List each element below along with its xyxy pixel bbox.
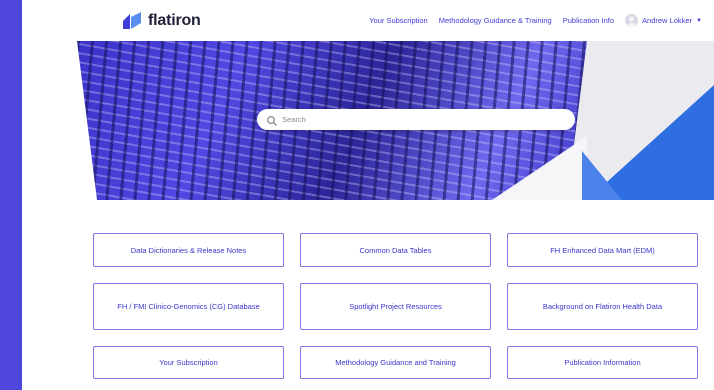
- nav-your-subscription[interactable]: Your Subscription: [369, 16, 428, 25]
- brand-name: flatiron: [148, 12, 201, 29]
- tile-fh-enhanced-data-mart[interactable]: FH Enhanced Data Mart (EDM): [507, 233, 698, 267]
- nav-methodology-guidance[interactable]: Methodology Guidance & Training: [439, 16, 552, 25]
- browser-page: flatiron Your Subscription Methodology G…: [22, 0, 714, 390]
- chevron-down-icon: ▼: [696, 17, 702, 24]
- top-header: flatiron Your Subscription Methodology G…: [22, 0, 714, 42]
- tile-common-data-tables[interactable]: Common Data Tables: [300, 233, 491, 267]
- nav-publication-info[interactable]: Publication Info: [563, 16, 614, 25]
- flatiron-logo-icon: [122, 11, 142, 31]
- hero-banner: [22, 41, 714, 200]
- user-name: Andrew Lokker: [642, 16, 693, 25]
- search-input[interactable]: [282, 115, 562, 124]
- avatar: [625, 14, 639, 27]
- tile-publication-information[interactable]: Publication Information: [507, 346, 698, 379]
- top-nav: Your Subscription Methodology Guidance &…: [358, 0, 702, 41]
- tile-spotlight-project[interactable]: Spotlight Project Resources: [300, 283, 491, 330]
- user-menu[interactable]: Andrew Lokker ▼: [625, 14, 702, 27]
- flatiron-logo[interactable]: flatiron: [122, 11, 201, 31]
- tile-your-subscription[interactable]: Your Subscription: [93, 346, 284, 379]
- search-icon: [266, 114, 278, 126]
- tile-clinico-genomics[interactable]: FH / FMI Clinico-Genomics (CG) Database: [93, 283, 284, 330]
- tile-background-flatiron-data[interactable]: Background on Flatiron Health Data: [507, 283, 698, 330]
- tile-methodology-guidance[interactable]: Methodology Guidance and Training: [300, 346, 491, 379]
- tile-data-dictionaries[interactable]: Data Dictionaries & Release Notes: [93, 233, 284, 267]
- search-bar[interactable]: [257, 109, 575, 130]
- resource-tiles: Data Dictionaries & Release Notes Common…: [22, 200, 714, 390]
